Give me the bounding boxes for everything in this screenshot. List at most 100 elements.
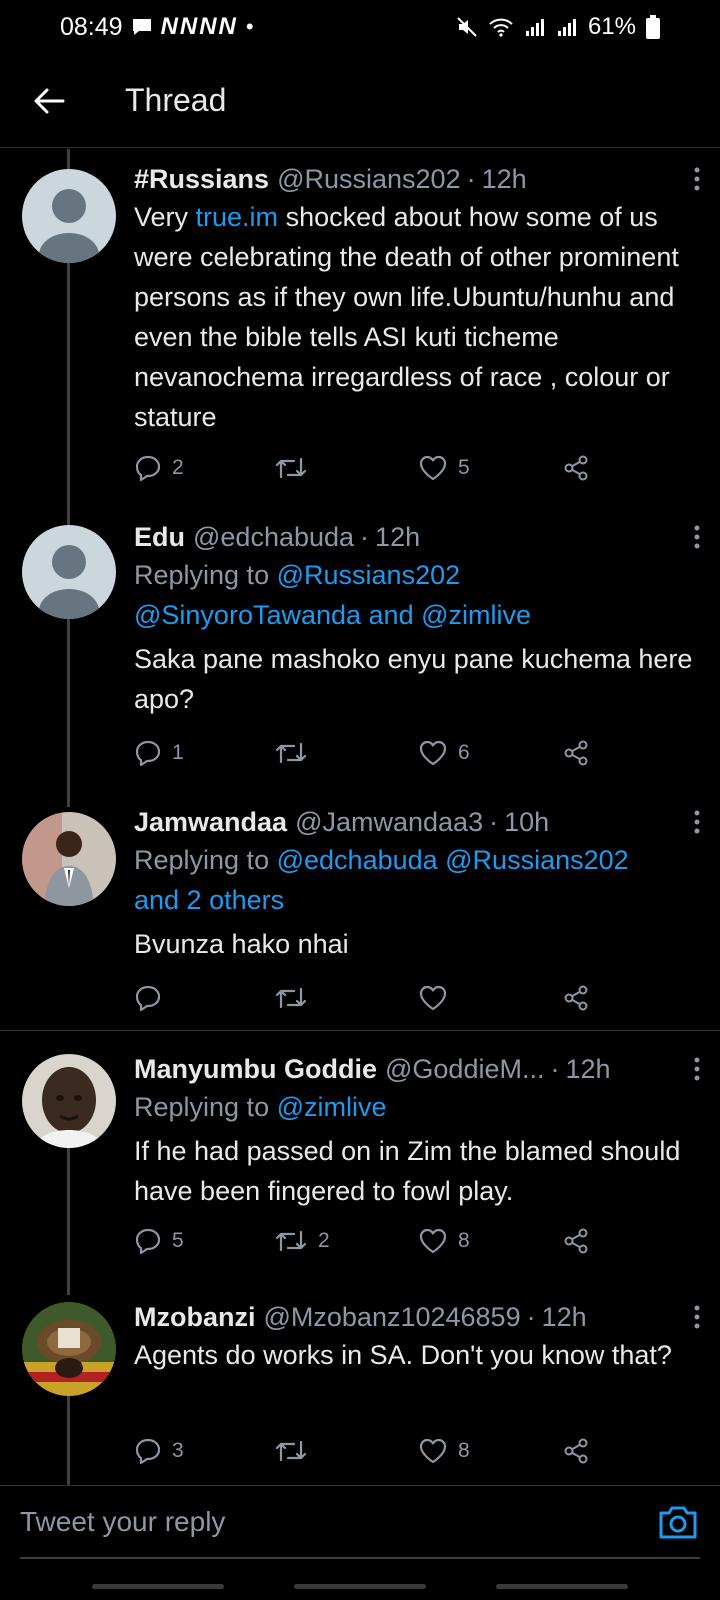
reply-icon [135, 985, 161, 1012]
tweet-text-part: Very [134, 202, 196, 232]
replying-link[interactable]: @Russians202 [277, 560, 461, 590]
replying-link[interactable]: @zimlive [277, 1092, 387, 1122]
tweet-author-handle[interactable]: @Mzobanz10246859 [264, 1302, 521, 1333]
tweet-author-handle[interactable]: @Russians202 [277, 164, 461, 195]
replying-prefix: Replying to [134, 1092, 270, 1122]
replying-to: Replying to @zimlive [134, 1087, 700, 1127]
retweet-button[interactable] [274, 1438, 318, 1464]
back-button[interactable] [19, 71, 79, 131]
avatar[interactable] [22, 1054, 116, 1148]
avatar[interactable] [22, 525, 116, 619]
tweet-actions: 5 2 8 [134, 1221, 614, 1261]
tweet[interactable]: Mzobanzi @Mzobanz10246859 · 12h Agents d… [0, 1287, 720, 1485]
reply-count: 1 [172, 741, 184, 764]
like-icon [419, 985, 447, 1011]
share-button[interactable] [562, 1437, 590, 1465]
tweet-author-name[interactable]: Manyumbu Goddie [134, 1054, 377, 1085]
tweet-actions [134, 978, 614, 1018]
reply-count: 3 [172, 1439, 184, 1462]
tweet-text-part: shocked about how some of us were celebr… [134, 202, 679, 432]
replying-prefix: Replying to [134, 845, 270, 875]
page-title: Thread [125, 82, 227, 118]
more-options-button[interactable] [682, 519, 712, 555]
signal-icon [524, 17, 546, 37]
avatar[interactable] [22, 812, 116, 906]
tweet-author-handle[interactable]: @edchabuda [193, 522, 354, 553]
share-button[interactable] [562, 984, 590, 1012]
reply-input[interactable] [20, 1486, 620, 1558]
like-count: 8 [458, 1229, 470, 1252]
tweet-actions: 3 8 [134, 1431, 614, 1471]
reply-count: 2 [172, 456, 184, 479]
share-button[interactable] [562, 1227, 590, 1255]
tweet-actions: 1 6 [134, 733, 614, 773]
like-button[interactable]: 6 [418, 739, 470, 767]
like-button[interactable] [418, 984, 458, 1012]
more-vertical-icon [694, 1057, 700, 1081]
tweet-author-name[interactable]: Mzobanzi [134, 1302, 256, 1333]
avatar[interactable] [22, 169, 116, 263]
tweet[interactable]: Edu @edchabuda · 12h Replying to @Russia… [0, 507, 720, 787]
share-button[interactable] [562, 739, 590, 767]
reply-icon [135, 1438, 161, 1465]
tweet-author-name[interactable]: #Russians [134, 164, 269, 195]
more-options-button[interactable] [682, 161, 712, 197]
replying-link[interactable]: and 2 others [134, 885, 284, 915]
retweet-icon [275, 742, 307, 764]
tweet-author-handle[interactable]: @GoddieM... [385, 1054, 544, 1085]
like-button[interactable]: 5 [418, 454, 470, 482]
like-count: 8 [458, 1439, 470, 1462]
tweet-text: Saka pane mashoko enyu pane kuchema here… [134, 644, 693, 714]
like-button[interactable]: 8 [418, 1437, 470, 1465]
thread-list[interactable]: #Russians @Russians202 · 12h Very true.i… [0, 149, 720, 1485]
separator-dot: · [360, 521, 370, 552]
avatar[interactable] [22, 1302, 116, 1396]
conversation-divider [0, 1030, 720, 1031]
replying-link[interactable]: @SinyoroTawanda and @zimlive [134, 600, 531, 630]
reply-button[interactable]: 2 [134, 454, 184, 482]
tweet-time: 12h [565, 1053, 611, 1084]
tweet[interactable]: Manyumbu Goddie @GoddieM... · 12h Replyi… [0, 1039, 720, 1279]
replying-prefix: Replying to [134, 560, 270, 590]
separator-dot: · [550, 1053, 560, 1084]
retweet-button[interactable] [274, 455, 318, 481]
tweet[interactable]: #Russians @Russians202 · 12h Very true.i… [0, 149, 720, 509]
reply-count: 5 [172, 1229, 184, 1252]
reply-button[interactable]: 3 [134, 1437, 184, 1465]
retweet-button[interactable] [274, 740, 318, 766]
retweet-button[interactable] [274, 985, 318, 1011]
share-button[interactable] [562, 454, 590, 482]
nav-handle[interactable] [294, 1584, 426, 1589]
tweet-text: Agents do works in SA. Don't you know th… [134, 1340, 672, 1370]
tweet[interactable]: Jamwandaa @Jamwandaa3 · 10h Replying to … [0, 794, 720, 1030]
nav-handle[interactable] [496, 1584, 628, 1589]
tweet-author-handle[interactable]: @Jamwandaa3 [295, 807, 483, 838]
status-time: 08:49 [60, 12, 123, 41]
tweet-header: Mzobanzi @Mzobanz10246859 · 12h [134, 1299, 700, 1335]
reply-button[interactable] [134, 984, 172, 1012]
reply-button[interactable]: 1 [134, 739, 184, 767]
tweet-time: 12h [375, 521, 421, 552]
signal-icon-2 [556, 17, 578, 37]
system-nav-bar [0, 1584, 720, 1592]
more-options-button[interactable] [682, 804, 712, 840]
separator-dot: · [526, 1301, 536, 1332]
like-icon [419, 455, 447, 481]
like-icon [419, 1228, 447, 1254]
camera-button[interactable] [656, 1500, 700, 1544]
nav-handle[interactable] [92, 1584, 224, 1589]
like-button[interactable]: 8 [418, 1227, 470, 1255]
more-options-button[interactable] [682, 1299, 712, 1335]
retweet-button[interactable]: 2 [274, 1228, 330, 1254]
tweet-link[interactable]: true.im [196, 202, 279, 232]
reply-button[interactable]: 5 [134, 1227, 184, 1255]
tweet-author-name[interactable]: Jamwandaa [134, 807, 287, 838]
share-icon [564, 985, 588, 1011]
reply-icon [135, 455, 161, 482]
replying-link[interactable]: @edchabuda @Russians202 [277, 845, 629, 875]
more-options-button[interactable] [682, 1051, 712, 1087]
reply-input-underline [20, 1557, 700, 1559]
tweet-actions: 2 5 [134, 448, 614, 488]
tweet-author-name[interactable]: Edu [134, 522, 185, 553]
retweet-icon [275, 987, 307, 1009]
